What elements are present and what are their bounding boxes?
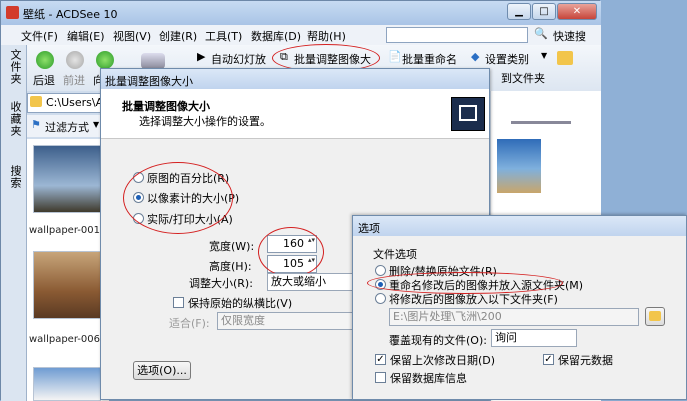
dialog-title-bar: 选项 xyxy=(353,216,686,236)
back-button[interactable]: 后退 xyxy=(33,51,57,91)
folder-icon xyxy=(649,311,661,321)
width-label: 宽度(W): xyxy=(209,240,255,253)
overwrite-select[interactable]: 询问 xyxy=(491,329,577,347)
filter-menu[interactable]: 过滤方式 xyxy=(45,119,89,135)
thumbnail-label: wallpaper-001 xyxy=(29,225,101,236)
zoom-slider[interactable] xyxy=(511,121,571,124)
menu-file[interactable]: 文件(F) xyxy=(21,28,58,44)
dialog-subheading: 选择调整大小操作的设置。 xyxy=(139,115,271,128)
search-input[interactable] xyxy=(386,27,528,43)
dialog-title: 批量调整图像大小 xyxy=(105,75,193,88)
forward-label: 前进 xyxy=(63,74,85,87)
chevron-down-icon: ▼ xyxy=(541,51,548,60)
back-arrow-icon xyxy=(36,51,54,69)
tab-search[interactable]: 搜索 xyxy=(5,165,23,189)
set-category-label: 设置类别 xyxy=(485,53,529,66)
to-folder-label: 到文件夹 xyxy=(501,72,545,85)
menu-bar: 文件(F) 编辑(E) 视图(V) 创建(R) 工具(T) 数据库(D) 帮助(… xyxy=(1,25,601,45)
options-folder-icon[interactable] xyxy=(557,51,573,65)
fit-label: 适合(F): xyxy=(169,317,210,330)
filter-icon: ⚑ xyxy=(31,118,41,131)
keep-date-label: 保留上次修改日期(D) xyxy=(390,354,496,367)
maximize-button[interactable]: □ xyxy=(532,3,556,20)
batch-rename-button[interactable]: 📄 批量重命名 xyxy=(388,49,466,67)
forward-arrow-icon xyxy=(66,51,84,69)
thumbnail-image[interactable] xyxy=(33,251,101,319)
forward-button[interactable]: 前进 xyxy=(63,51,87,91)
slideshow-button[interactable]: ▶ 自动幻灯放映 xyxy=(197,49,273,82)
close-button[interactable]: ✕ xyxy=(557,3,597,20)
thumbnail-label: wallpaper-006 xyxy=(29,334,101,345)
folder-icon xyxy=(30,96,42,107)
chevron-down-icon: ▼ xyxy=(93,120,100,129)
keep-date-checkbox[interactable]: ✓ xyxy=(375,354,386,365)
side-tabs: 文件夹 收藏夹 搜索 xyxy=(1,45,27,401)
tab-favorites[interactable]: 收藏夹 xyxy=(5,101,23,137)
file-options-group-label: 文件选项 xyxy=(373,248,417,261)
app-icon xyxy=(6,6,19,19)
keep-ratio-checkbox[interactable] xyxy=(173,297,184,308)
set-category-button[interactable]: ◆ 设置类别 ▼ xyxy=(471,49,551,67)
thumbnail-image[interactable] xyxy=(33,145,101,213)
overwrite-label: 覆盖现有的文件(O): xyxy=(389,334,487,347)
resize-mode-select[interactable]: 放大或缩小 xyxy=(267,273,353,291)
device-icon[interactable] xyxy=(141,53,165,69)
quick-search-label: 快速搜 xyxy=(553,30,586,43)
dialog-title: 选项 xyxy=(358,222,380,235)
preview-image[interactable] xyxy=(497,139,541,193)
options-dialog: 选项 文件选项 删除/替换原始文件(R) 重命名修改后的图像并放入源文件夹(M)… xyxy=(352,215,687,400)
target-folder-label: 将修改后的图像放入以下文件夹(F) xyxy=(389,293,558,306)
folder-path-input[interactable]: E:\图片处理\飞洲\200 xyxy=(389,308,639,326)
highlight-oval xyxy=(258,227,324,277)
menu-view[interactable]: 视图(V) xyxy=(113,28,151,44)
browse-folder-button[interactable] xyxy=(645,307,665,326)
dialog-title-bar: 批量调整图像大小 xyxy=(101,69,489,89)
minimize-button[interactable]: ▁ xyxy=(507,3,531,20)
back-label: 后退 xyxy=(33,74,55,87)
menu-help[interactable]: 帮助(H) xyxy=(307,28,346,44)
batch-rename-label: 批量重命名 xyxy=(402,53,457,66)
keep-database-checkbox[interactable] xyxy=(375,372,386,383)
slideshow-icon: ▶ xyxy=(197,50,206,63)
dialog-header: 批量调整图像大小 选择调整大小操作的设置。 xyxy=(101,89,489,139)
keep-database-label: 保留数据库信息 xyxy=(390,372,467,385)
height-label: 高度(H): xyxy=(209,260,252,273)
menu-create[interactable]: 创建(R) xyxy=(159,28,197,44)
target-folder-radio[interactable] xyxy=(375,293,386,304)
options-button[interactable]: 选项(O)... xyxy=(133,361,191,380)
category-icon: ◆ xyxy=(471,50,480,63)
keep-metadata-label: 保留元数据 xyxy=(558,354,613,367)
title-bar: 壁纸 - ACDSee 10 ▁ □ ✕ xyxy=(1,1,601,25)
tab-folders[interactable]: 文件夹 xyxy=(5,49,23,85)
replace-original-radio[interactable] xyxy=(375,265,386,276)
search-icon[interactable]: 🔍 xyxy=(534,27,548,40)
menu-tools[interactable]: 工具(T) xyxy=(205,28,242,44)
up-arrow-icon xyxy=(96,51,114,69)
dialog-heading: 批量调整图像大小 xyxy=(122,100,210,113)
window-title: 壁纸 - ACDSee 10 xyxy=(23,8,118,21)
resize-icon xyxy=(451,97,485,131)
menu-database[interactable]: 数据库(D) xyxy=(251,28,301,44)
resize-mode-label: 调整大小(R): xyxy=(189,277,253,290)
highlight-oval xyxy=(123,162,233,234)
thumbnail-image[interactable] xyxy=(33,367,101,401)
keep-metadata-checkbox[interactable]: ✓ xyxy=(543,354,554,365)
fit-select[interactable]: 仅限宽度 xyxy=(217,312,353,330)
thumbnail-pane: wallpaper-001 wallpaper-006 xyxy=(27,139,109,401)
rename-icon: 📄 xyxy=(388,50,402,63)
menu-edit[interactable]: 编辑(E) xyxy=(67,28,105,44)
keep-ratio-label: 保持原始的纵横比(V) xyxy=(188,297,293,310)
